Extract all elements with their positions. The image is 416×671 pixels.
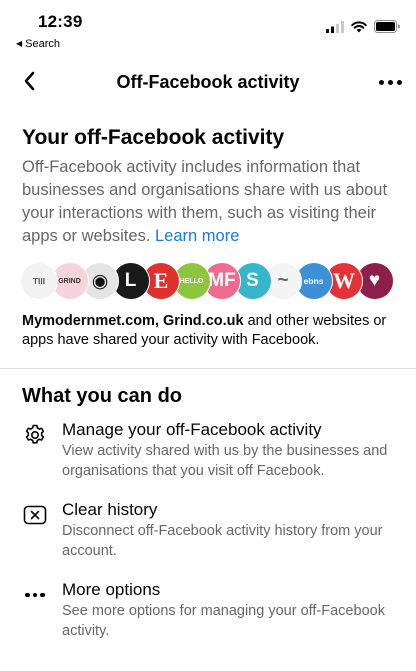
shared-apps-logos[interactable]: TIII GRIND ◉ L E HELLO MF S ~ ebns W ♥ bbox=[20, 262, 406, 304]
option-title: More options bbox=[62, 580, 161, 599]
status-time: 12:39 bbox=[38, 12, 83, 31]
clear-box-icon bbox=[22, 502, 48, 528]
section-title: What you can do bbox=[22, 385, 182, 407]
option-title: Manage your off-Facebook activity bbox=[62, 420, 322, 439]
app-logo-modern-met: TIII bbox=[20, 262, 58, 300]
gear-icon bbox=[22, 422, 48, 448]
more-button[interactable] bbox=[379, 80, 402, 85]
summary-description: Off-Facebook activity includes informati… bbox=[22, 156, 406, 248]
page-title: Off-Facebook activity bbox=[116, 72, 300, 92]
divider bbox=[0, 368, 416, 369]
status-icons bbox=[326, 20, 400, 33]
summary-title: Your off-Facebook activity bbox=[22, 126, 285, 149]
manage-activity-option[interactable]: Manage your off-Facebook activity View a… bbox=[22, 419, 406, 481]
more-options-option[interactable]: More options See more options for managi… bbox=[22, 579, 406, 641]
option-description: View activity shared with us by the busi… bbox=[62, 443, 388, 479]
battery-icon bbox=[374, 20, 400, 33]
main-content: Your off-Facebook activity Off-Facebook … bbox=[0, 124, 416, 641]
back-app-label: Search bbox=[25, 38, 61, 50]
more-horizontal-icon bbox=[22, 582, 48, 608]
option-description: See more options for managing your off-F… bbox=[62, 603, 385, 639]
more-horizontal-icon bbox=[379, 80, 384, 85]
learn-more-link[interactable]: Learn more bbox=[155, 227, 239, 245]
shared-activity-text: Mymodernmet.com, Grind.co.uk and other w… bbox=[22, 312, 406, 350]
cellular-signal-icon bbox=[326, 20, 344, 33]
wifi-icon bbox=[351, 20, 367, 32]
option-description: Disconnect off-Facebook activity history… bbox=[62, 523, 383, 559]
status-bar: 12:39 ◀ Search bbox=[0, 0, 416, 54]
clear-history-option[interactable]: Clear history Disconnect off-Facebook ac… bbox=[22, 499, 406, 561]
option-title: Clear history bbox=[62, 500, 158, 519]
nav-bar: Off-Facebook activity bbox=[0, 60, 416, 104]
back-to-app-link[interactable]: ◀ Search bbox=[16, 38, 60, 50]
back-triangle-icon: ◀ bbox=[16, 39, 23, 48]
shared-activity-bold: Mymodernmet.com, Grind.co.uk bbox=[22, 313, 244, 329]
